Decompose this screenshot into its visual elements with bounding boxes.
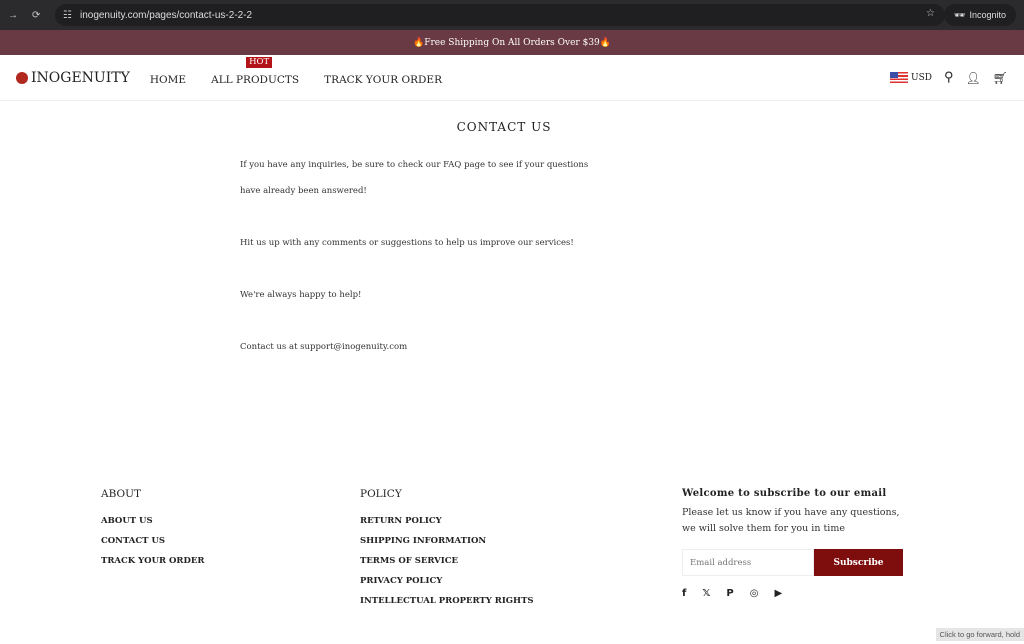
incognito-badge[interactable]: 🕶 Incognito xyxy=(944,4,1016,26)
nav-track-order[interactable]: TRACK YOUR ORDER xyxy=(324,74,442,86)
footer-heading: POLICY xyxy=(360,488,402,500)
nav-label: ALL PRODUCTS xyxy=(211,74,300,86)
nav-home[interactable]: HOME xyxy=(150,74,186,86)
subscribe-button[interactable]: Subscribe xyxy=(814,549,903,576)
announcement-bar: 🔥Free Shipping On All Orders Over $39🔥 xyxy=(0,30,1024,55)
subscribe-title: Welcome to subscribe to our email xyxy=(682,488,887,499)
paragraph: Hit us up with any comments or suggestio… xyxy=(240,238,574,248)
footer-link[interactable]: INTELLECTUAL PROPERTY RIGHTS xyxy=(360,596,534,606)
browser-toolbar: → ⟳ ☷ inogenuity.com/pages/contact-us-2-… xyxy=(0,0,1024,30)
subscribe-text: Please let us know if you have any quest… xyxy=(682,507,900,518)
page-title: CONTACT US xyxy=(456,120,552,134)
logo-text: INOGENUITY xyxy=(31,69,130,86)
tooltip: Click to go forward, hold xyxy=(935,628,1024,641)
x-icon[interactable]: 𝕏 xyxy=(702,588,710,599)
footer-link[interactable]: RETURN POLICY xyxy=(360,516,534,526)
footer-heading: ABOUT xyxy=(101,488,141,500)
currency-selector[interactable]: USD xyxy=(890,72,932,83)
pinterest-icon[interactable]: P xyxy=(726,588,733,599)
contact-content: CONTACT US If you have any inquiries, be… xyxy=(240,120,780,360)
site-header: INOGENUITY HOME HOT ALL PRODUCTS TRACK YO… xyxy=(0,55,1024,101)
incognito-icon: 🕶 xyxy=(954,9,966,20)
us-flag-icon xyxy=(890,72,909,83)
main-nav: HOME HOT ALL PRODUCTS TRACK YOUR ORDER xyxy=(150,57,462,87)
paragraph: If you have any inquiries, be sure to ch… xyxy=(240,160,589,170)
footer-link[interactable]: TRACK YOUR ORDER xyxy=(101,556,204,566)
footer-link[interactable]: SHIPPING INFORMATION xyxy=(360,536,534,546)
instagram-icon[interactable]: ◎ xyxy=(750,588,759,599)
logo[interactable]: INOGENUITY xyxy=(16,70,130,86)
footer-policy: POLICY RETURN POLICY SHIPPING INFORMATIO… xyxy=(360,488,534,616)
site-settings-icon[interactable]: ☷ xyxy=(63,10,72,21)
subscribe-section: Welcome to subscribe to our email Please… xyxy=(682,488,912,599)
facebook-icon[interactable]: f xyxy=(682,588,686,599)
search-icon[interactable]: ⚲ xyxy=(944,70,954,85)
nav-all-products[interactable]: HOT ALL PRODUCTS xyxy=(211,57,300,86)
currency-label: USD xyxy=(911,73,932,83)
cart-icon[interactable]: 🛒︎ xyxy=(993,71,1008,85)
bookmark-star-icon[interactable]: ☆ xyxy=(926,8,935,19)
footer-about: ABOUT ABOUT US CONTACT US TRACK YOUR ORD… xyxy=(101,488,204,576)
address-bar[interactable]: ☷ inogenuity.com/pages/contact-us-2-2-2 … xyxy=(55,4,945,26)
footer-link[interactable]: CONTACT US xyxy=(101,536,204,546)
profile-label: Incognito xyxy=(969,10,1006,20)
reload-icon[interactable]: ⟳ xyxy=(32,10,40,21)
account-icon[interactable]: 👤︎ xyxy=(966,71,981,85)
subscribe-text: we will solve them for you in time xyxy=(682,523,845,534)
youtube-icon[interactable]: ▶ xyxy=(775,588,783,599)
footer-link[interactable]: PRIVACY POLICY xyxy=(360,576,534,586)
hot-badge: HOT xyxy=(246,57,273,68)
url-text: inogenuity.com/pages/contact-us-2-2-2 xyxy=(79,9,253,21)
paragraph: We're always happy to help! xyxy=(240,290,362,300)
forward-icon[interactable]: → xyxy=(8,10,18,21)
paragraph: have already been answered! xyxy=(240,186,367,196)
contact-email: Contact us at support@inogenuity.com xyxy=(240,342,408,352)
footer-link[interactable]: ABOUT US xyxy=(101,516,204,526)
logo-mark-icon xyxy=(16,71,28,84)
email-input[interactable] xyxy=(682,549,814,576)
footer-link[interactable]: TERMS OF SERVICE xyxy=(360,556,534,566)
